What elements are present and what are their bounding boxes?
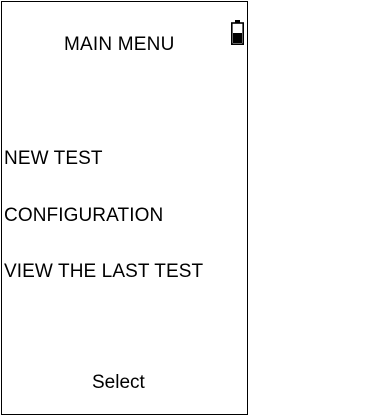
menu-item-new-test[interactable]: NEW TEST bbox=[4, 148, 103, 170]
menu-item-configuration[interactable]: CONFIGURATION bbox=[4, 205, 163, 227]
battery-icon bbox=[231, 20, 244, 46]
device-screen: MAIN MENU NEW TEST CONFIGURATION VIEW TH… bbox=[1, 1, 248, 415]
select-softkey[interactable]: Select bbox=[92, 372, 145, 394]
menu-title: MAIN MENU bbox=[64, 34, 175, 55]
menu-item-view-the-last-test[interactable]: VIEW THE LAST TEST bbox=[4, 261, 203, 283]
